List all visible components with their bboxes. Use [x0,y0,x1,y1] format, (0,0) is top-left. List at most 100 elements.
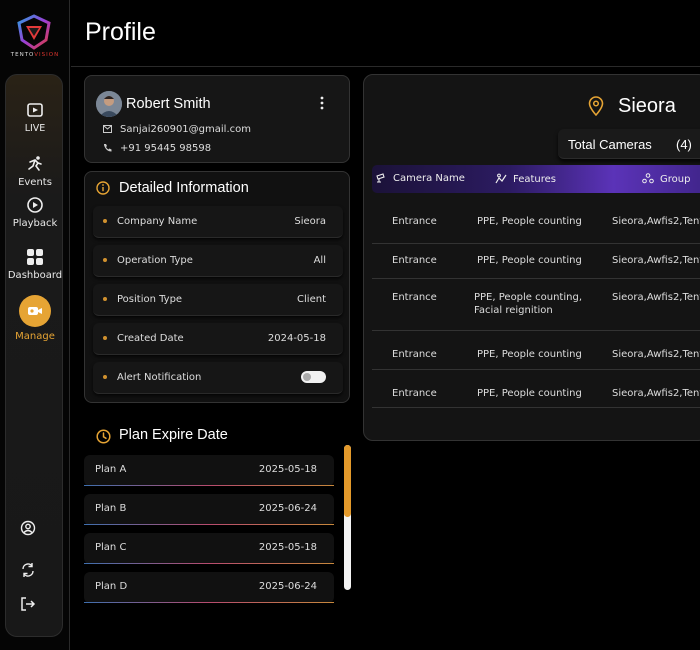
info-icon [96,181,110,195]
bullet-dot [103,336,107,340]
camera-name-cell: Entrance [392,255,437,266]
live-icon [27,103,43,117]
features-cell: PPE, People counting [477,349,582,360]
plan-row: Plan D 2025-06-24 [84,572,334,603]
more-options-icon[interactable] [317,96,327,110]
nav-dashboard-label: Dashboard [7,270,63,281]
page-title: Profile [85,18,156,46]
column-group[interactable]: Group [642,173,690,185]
plan-date: 2025-06-24 [258,581,317,592]
column-features[interactable]: Features [495,173,556,185]
group-cell: Sieora,Awfis2,Tento [612,255,700,266]
camera-name-cell: Entrance [392,388,437,399]
scrollbar-thumb[interactable] [344,445,351,517]
group-cell: Sieora,Awfis2,Tento [612,388,700,399]
nav-live[interactable]: LIVE [6,101,64,134]
features-cell: PPE, People counting [477,255,582,266]
nav-playback[interactable]: Playback [6,196,64,229]
avatar [96,91,122,117]
column-camera-name[interactable]: Camera Name [376,173,465,184]
info-row-operation-type: Operation Type All [93,245,343,277]
table-row[interactable]: Entrance PPE, People counting Sieora,Awf… [372,244,700,279]
clock-icon [96,429,111,444]
user-profile-icon[interactable] [20,520,36,536]
playback-icon [27,197,43,213]
nav-live-label: LIVE [24,123,46,134]
total-cameras-count: (4) [676,137,692,152]
info-value: Client [297,294,326,305]
nav-manage[interactable]: Manage [6,295,64,342]
nav-events[interactable]: Events [6,155,64,188]
phone-text: +91 95445 98598 [120,143,212,154]
nav-dashboard[interactable]: Dashboard [6,248,64,281]
plans-scrollbar[interactable] [344,445,351,590]
nav-events-label: Events [18,177,52,188]
table-row[interactable]: Entrance PPE, People counting Sieora,Awf… [372,331,700,370]
info-label: Created Date [117,333,184,344]
info-label: Alert Notification [117,372,202,383]
header-divider [71,66,700,67]
phone-icon [104,144,112,152]
logo-text: TENTOVISION [10,52,60,58]
bullet-dot [103,219,107,223]
gradient-underline [84,485,334,486]
column-group-label: Group [660,174,691,185]
profile-card: Robert Smith Sanjai260901@gmail.com +91 … [84,75,350,163]
group-cell: Sieora,Awfis2,Tento [612,349,700,360]
manage-camera-icon [28,307,42,315]
plan-row: Plan A 2025-05-18 [84,455,334,486]
phone-row: +91 95445 98598 [103,143,211,154]
detailed-info-card: Detailed Information Company Name Sieora… [84,171,350,403]
info-label: Position Type [117,294,183,305]
column-camera-name-label: Camera Name [393,173,465,184]
plan-row: Plan B 2025-06-24 [84,494,334,525]
camera-name-cell: Entrance [392,292,437,303]
plan-expire-title: Plan Expire Date [119,427,228,443]
info-value: 2024-05-18 [267,333,326,344]
plan-date: 2025-05-18 [258,464,317,475]
email-row: Sanjai260901@gmail.com [103,124,251,135]
cctv-icon [376,173,385,183]
camera-name-cell: Entrance [392,349,437,360]
table-row[interactable]: Entrance PPE, People counting Sieora,Awf… [372,201,700,244]
tentovision-logo [17,14,51,50]
plan-name: Plan C [95,542,127,553]
camera-name-cell: Entrance [392,216,437,227]
logout-icon[interactable] [20,596,36,612]
gradient-underline [84,602,334,603]
info-label: Operation Type [117,255,193,266]
cameras-table-header: Camera Name Features Group [372,165,700,193]
info-row-company: Company Name Sieora [93,206,343,238]
info-row-position-type: Position Type Client [93,284,343,316]
bullet-dot [103,375,107,379]
switch-user-icon[interactable] [20,562,36,578]
sidebar: TENTOVISION LIVE Events Playback Dashboa… [0,0,70,650]
alert-notification-toggle[interactable] [301,371,326,383]
total-cameras-label: Total Cameras [568,137,652,152]
user-name: Robert Smith [126,96,211,112]
group-cell: Sieora,Awfis2,Tento [612,216,700,227]
dashboard-grid-icon [27,249,43,265]
table-row[interactable]: Entrance PPE, People counting, Facial re… [372,279,700,331]
manage-icon-circle [19,295,51,327]
plan-date: 2025-05-18 [258,542,317,553]
table-row[interactable]: Entrance PPE, People counting Sieora,Awf… [372,370,700,408]
features-cell: PPE, People counting, [474,292,582,303]
plan-date: 2025-06-24 [258,503,317,514]
nav-manage-label: Manage [15,331,55,342]
group-icon [642,173,654,184]
detailed-info-title: Detailed Information [119,180,249,196]
nav-panel: LIVE Events Playback Dashboard Manage [5,74,63,637]
total-cameras-box: Total Cameras (4) [558,129,700,159]
organization-name: Sieora [618,95,676,117]
cameras-panel: Sieora Total Cameras (4) Camera Name Fea… [363,74,700,441]
features-cell: PPE, People counting [477,388,582,399]
column-features-label: Features [513,174,556,185]
mail-icon [103,125,112,133]
info-row-created-date: Created Date 2024-05-18 [93,323,343,355]
plan-name: Plan B [95,503,127,514]
info-value: Sieora [294,216,326,227]
info-row-alert-notification: Alert Notification [93,362,343,394]
info-value: All [313,255,326,266]
plan-name: Plan A [95,464,127,475]
